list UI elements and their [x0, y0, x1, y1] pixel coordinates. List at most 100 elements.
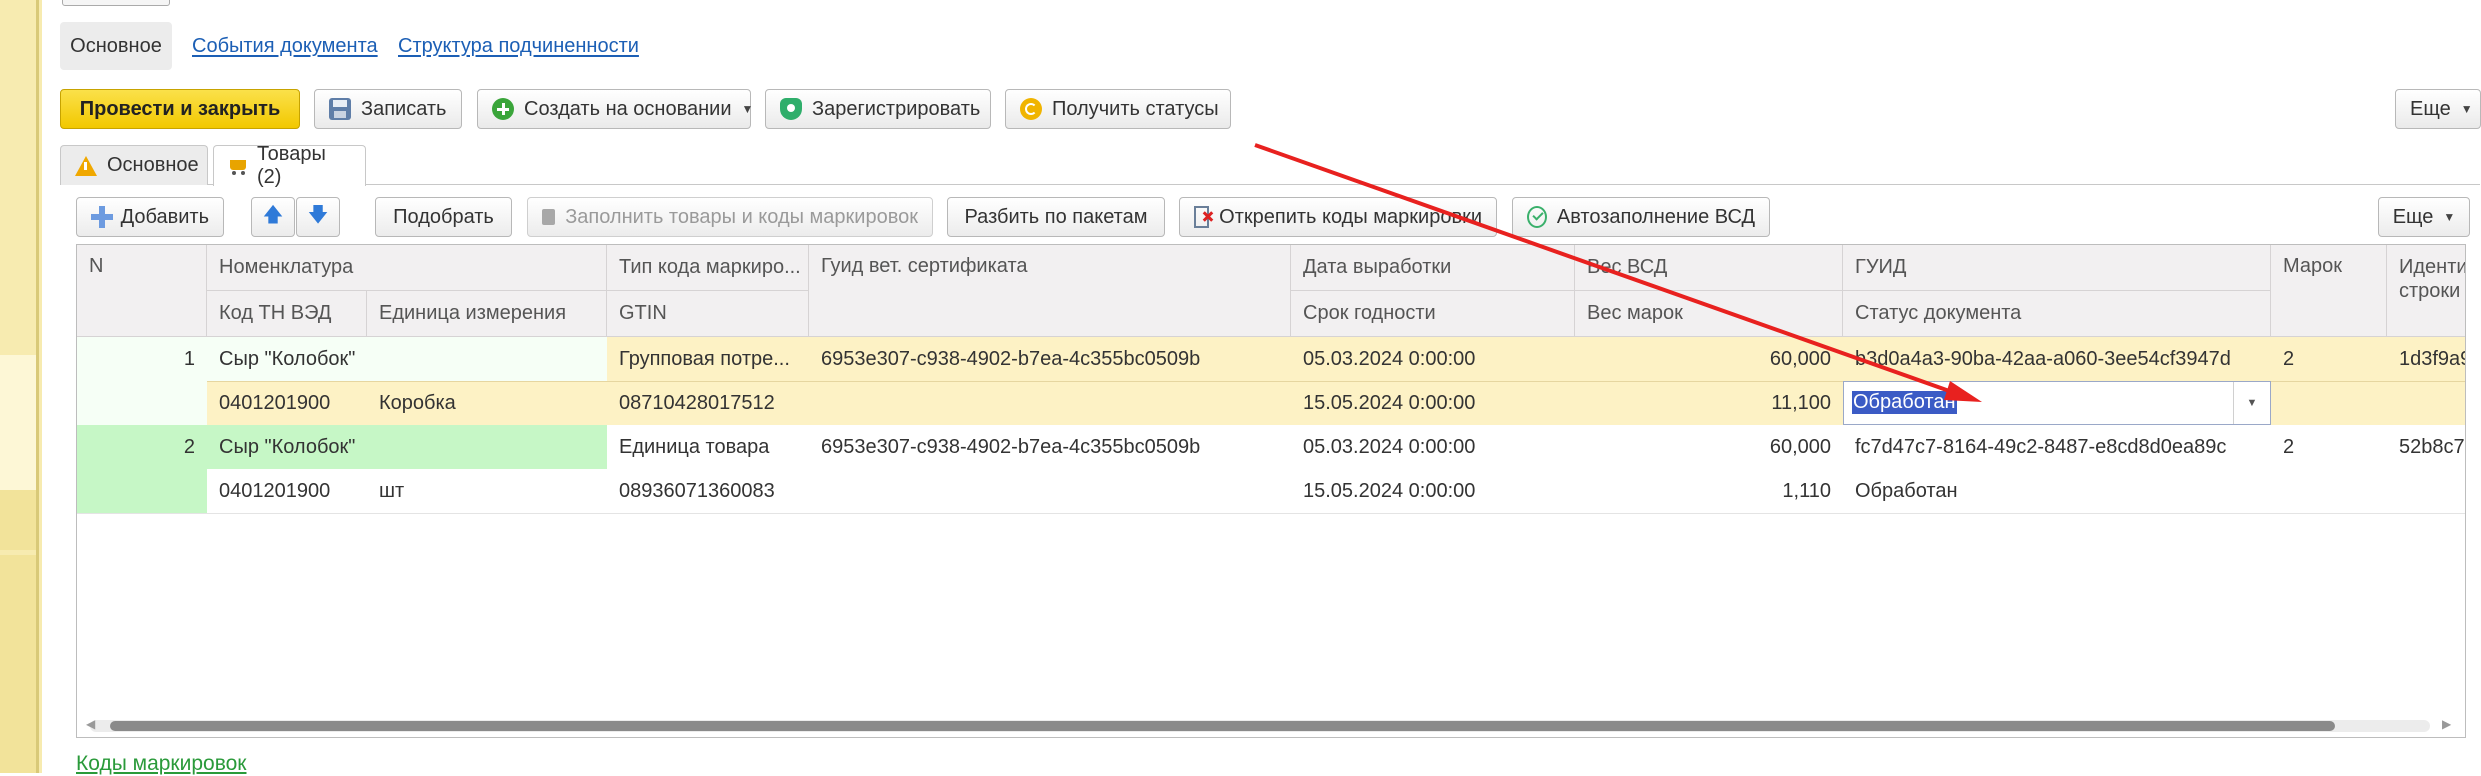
column-header-hs-code[interactable]: Код ТН ВЭД: [207, 291, 367, 337]
row1-n[interactable]: 1: [77, 337, 207, 381]
unpin-codes-label: Открепить коды маркировки: [1219, 205, 1482, 228]
row2-hs-code[interactable]: 0401201900: [207, 469, 367, 513]
autofill-vsd-label: Автозаполнение ВСД: [1556, 205, 1755, 228]
move-up-button[interactable]: 🡅: [251, 197, 295, 237]
row2-row-id[interactable]: 52b8c7d: [2387, 425, 2465, 469]
column-header-nomenclature[interactable]: Номенклатура: [207, 245, 607, 291]
marking-codes-link[interactable]: Коды маркировок: [76, 752, 247, 776]
post-and-close-button[interactable]: Провести и закрыть: [60, 89, 300, 129]
left-panel-strip-lower: [0, 555, 36, 773]
column-header-expiry[interactable]: Срок годности: [1291, 291, 1575, 337]
unpin-icon: [1194, 206, 1214, 228]
horizontal-scrollbar-thumb[interactable]: [110, 721, 2335, 731]
row2-marks-weight[interactable]: 1,110: [1575, 469, 1843, 513]
row1-doc-status-editor[interactable]: Обработан ▼: [1843, 381, 2271, 425]
autofill-vsd-button[interactable]: Автозаполнение ВСД: [1512, 197, 1770, 237]
column-header-mark-type[interactable]: Тип кода маркиро...: [607, 245, 809, 291]
inner-tabs-divider: [60, 184, 2480, 185]
goods-table[interactable]: N Номенклатура Тип кода маркиро... Гуид …: [76, 244, 2466, 738]
column-header-vsd-weight[interactable]: Вес ВСД: [1575, 245, 1843, 291]
table-more-button[interactable]: Еще ▼: [2378, 197, 2470, 237]
pick-button[interactable]: Подобрать: [375, 197, 512, 237]
chevron-down-icon: ▼: [741, 102, 754, 116]
column-header-doc-status[interactable]: Статус документа: [1843, 291, 2271, 337]
row2-marks[interactable]: 2: [2271, 425, 2387, 469]
cart-icon: [228, 158, 247, 175]
row1-gtin[interactable]: 08710428017512: [607, 381, 809, 425]
row2-guid[interactable]: fc7d47c7-8164-49c2-8487-e8cd8d0ea89c: [1843, 425, 2271, 469]
left-panel-strip-highlight: [0, 355, 36, 490]
column-header-marks[interactable]: Марок: [2271, 245, 2387, 337]
scroll-right-icon[interactable]: ▶: [2442, 717, 2451, 731]
warning-icon: [75, 155, 97, 176]
row2-gtin[interactable]: 08936071360083: [607, 469, 809, 513]
row2-prod-date[interactable]: 05.03.2024 0:00:00: [1291, 425, 1575, 469]
add-row-button[interactable]: Добавить: [76, 197, 224, 237]
column-header-gtin[interactable]: GTIN: [607, 291, 809, 337]
row2-mark-type[interactable]: Единица товара: [607, 425, 809, 469]
move-down-button[interactable]: 🡇: [296, 197, 340, 237]
form-tab-events[interactable]: События документа: [192, 22, 378, 70]
row1-row-id[interactable]: 1d3f9a92: [2387, 337, 2465, 381]
column-header-vet-guid[interactable]: Гуид вет. сертификата: [809, 245, 1291, 337]
row1-expiry[interactable]: 15.05.2024 0:00:00: [1291, 381, 1575, 425]
row1-hs-code[interactable]: 0401201900: [207, 381, 367, 425]
fill-goods-codes-label: Заполнить товары и коды маркировок: [565, 205, 918, 228]
row2-doc-status[interactable]: Обработан: [1843, 469, 2271, 513]
row2-bottom-divider: [77, 513, 2465, 514]
save-button[interactable]: Записать: [314, 89, 462, 129]
add-icon: [91, 206, 113, 228]
row1-guid[interactable]: b3d0a4a3-90ba-42aa-a060-3ee54cf3947d: [1843, 337, 2271, 381]
register-button[interactable]: Зарегистрировать: [765, 89, 991, 129]
shield-icon: [780, 98, 802, 120]
column-header-marks-weight[interactable]: Вес марок: [1575, 291, 1843, 337]
tab-goods[interactable]: Товары (2): [213, 143, 366, 188]
row1-doc-status[interactable]: Обработан: [1852, 391, 1957, 414]
get-statuses-label: Получить статусы: [1052, 97, 1219, 120]
row2-expiry[interactable]: 15.05.2024 0:00:00: [1291, 469, 1575, 513]
row1-vet-guid[interactable]: 6953e307-c938-4902-b7ea-4c355bc0509b: [809, 337, 1291, 381]
row1-unit[interactable]: Коробка: [367, 381, 607, 425]
tab-main-label: Основное: [107, 154, 199, 176]
row2-unit[interactable]: шт: [367, 469, 607, 513]
column-header-unit[interactable]: Единица измерения: [367, 291, 607, 337]
row2-vet-guid[interactable]: 6953e307-c938-4902-b7ea-4c355bc0509b: [809, 425, 1291, 469]
row1-mark-type[interactable]: Групповая потре...: [607, 337, 809, 381]
refresh-status-icon: [1020, 98, 1042, 120]
arrow-down-icon: 🡇: [307, 204, 329, 226]
column-header-row-id[interactable]: Идентиф строки: [2387, 245, 2465, 337]
left-panel-strip-segment: [0, 490, 36, 550]
create-based-on-label: Создать на основании: [524, 97, 732, 120]
more-actions-label: Еще: [2410, 97, 2451, 120]
row1-vsd-weight[interactable]: 60,000: [1575, 337, 1843, 381]
row2-n[interactable]: 2: [77, 425, 207, 469]
unpin-codes-button[interactable]: Открепить коды маркировки: [1179, 197, 1497, 237]
split-packages-label: Разбить по пакетам: [964, 205, 1148, 228]
column-header-n[interactable]: N: [77, 245, 207, 337]
form-tab-structure[interactable]: Структура подчиненности: [398, 22, 639, 70]
dropdown-icon[interactable]: ▼: [2233, 382, 2270, 424]
create-based-on-button[interactable]: Создать на основании ▼: [477, 89, 754, 129]
tab-main-warning[interactable]: Основное: [60, 145, 208, 185]
row1-nomenclature[interactable]: Сыр "Колобок": [207, 337, 607, 381]
get-statuses-button[interactable]: Получить статусы: [1005, 89, 1231, 129]
header-cut-button[interactable]: [62, 0, 170, 6]
save-label: Записать: [361, 97, 447, 120]
column-header-prod-date[interactable]: Дата выработки: [1291, 245, 1575, 291]
fill-goods-codes-button[interactable]: Заполнить товары и коды маркировок: [527, 197, 933, 237]
column-header-guid[interactable]: ГУИД: [1843, 245, 2271, 291]
more-actions-button[interactable]: Еще ▼: [2395, 89, 2481, 129]
form-tab-main[interactable]: Основное: [60, 22, 172, 70]
split-packages-button[interactable]: Разбить по пакетам: [947, 197, 1165, 237]
arrow-up-icon: 🡅: [262, 204, 284, 226]
row2-nomenclature[interactable]: Сыр "Колобок": [207, 425, 607, 469]
row1-prod-date[interactable]: 05.03.2024 0:00:00: [1291, 337, 1575, 381]
row2-vsd-weight[interactable]: 60,000: [1575, 425, 1843, 469]
row1-marks[interactable]: 2: [2271, 337, 2387, 381]
register-label: Зарегистрировать: [812, 97, 981, 120]
chevron-down-icon: ▼: [2460, 102, 2473, 116]
post-and-close-label: Провести и закрыть: [79, 97, 281, 120]
scroll-left-icon[interactable]: ◀: [86, 717, 95, 731]
row1-marks-weight[interactable]: 11,100: [1575, 381, 1843, 425]
tab-goods-label: Товары (2): [257, 143, 326, 188]
